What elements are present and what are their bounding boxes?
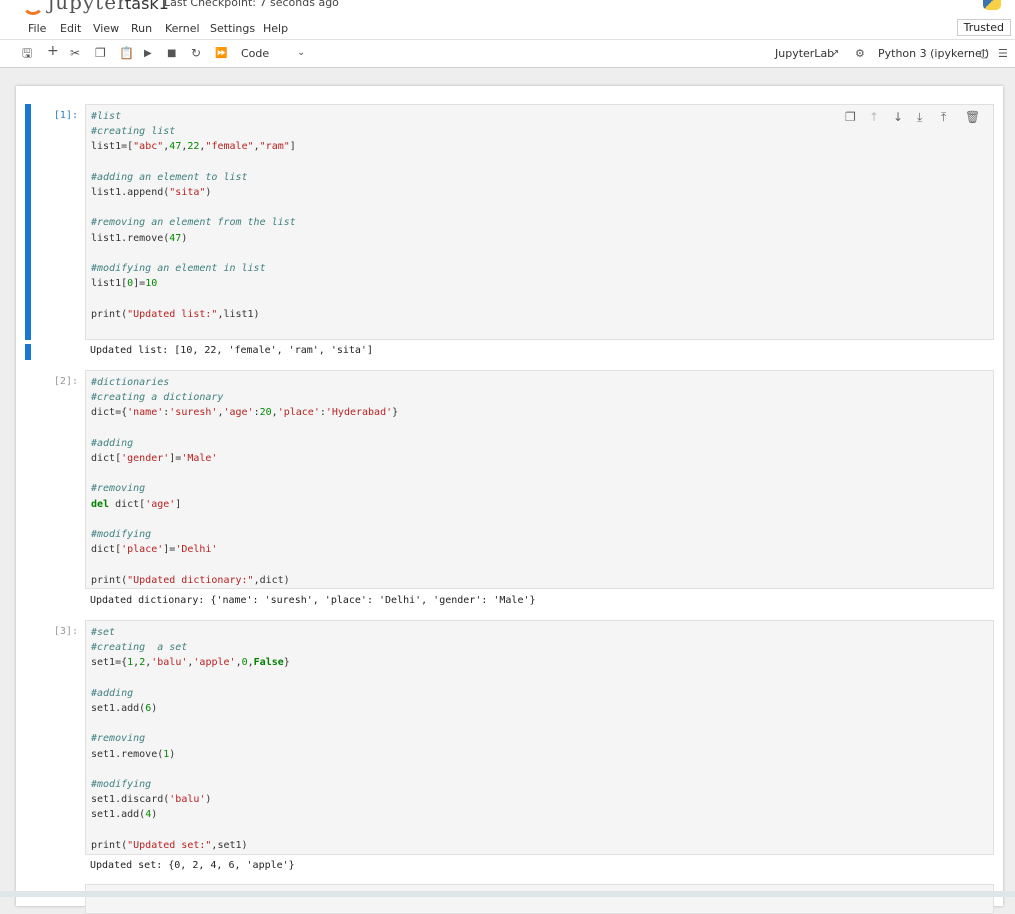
delete-cell-icon[interactable]: 🗑 (965, 110, 980, 124)
external-link-icon[interactable]: ↗ (831, 47, 839, 61)
code-text[interactable]: #dictionaries #creating a dictionary dic… (91, 375, 398, 588)
paste-icon[interactable]: 📋 (119, 46, 134, 60)
chevron-down-icon[interactable]: ⌄ (297, 47, 305, 58)
cell-output-collapser[interactable] (25, 344, 31, 360)
notebook-panel: [1]: #list #creating list list1=["abc",4… (16, 86, 1003, 914)
status-strip (0, 891, 1015, 897)
checkpoint-status: Last Checkpoint: 7 seconds ago (164, 0, 339, 9)
jupyterlab-link[interactable]: JupyterLab (775, 47, 834, 60)
run-icon[interactable]: ▶ (144, 47, 152, 61)
restart-icon[interactable]: ↻ (191, 46, 201, 60)
notebook-name[interactable]: task1 (125, 0, 169, 13)
input-prompt: [3]: (53, 626, 78, 637)
duplicate-cell-icon[interactable]: ❐ (845, 110, 856, 124)
code-cell-2[interactable]: [2]: #dictionaries #creating a dictionar… (16, 370, 1003, 610)
code-editor[interactable]: #dictionaries #creating a dictionary dic… (85, 370, 994, 589)
kernel-name[interactable]: Python 3 (ipykernel) (878, 47, 989, 60)
menu-bar: File Edit View Run Kernel Settings Help … (0, 17, 1015, 40)
cut-icon[interactable]: ✂ (70, 46, 80, 60)
cell-type-select[interactable]: Code (241, 47, 269, 60)
trusted-badge[interactable]: Trusted (956, 19, 1011, 36)
menu-icon[interactable]: ☰ (998, 47, 1008, 61)
code-cell-3[interactable]: [3]: #set #creating a set set1={1,2,'bal… (16, 620, 1003, 880)
copy-icon[interactable]: ❐ (95, 46, 106, 60)
input-prompt: [2]: (53, 376, 78, 387)
jupyter-logo[interactable]: jupyter (22, 0, 128, 15)
code-editor[interactable]: #set #creating a set set1={1,2,'balu','a… (85, 620, 994, 855)
move-up-icon[interactable]: ↑ (869, 110, 879, 124)
code-text[interactable]: #set #creating a set set1={1,2,'balu','a… (91, 625, 290, 853)
menu-kernel[interactable]: Kernel (165, 22, 200, 35)
move-down-icon[interactable]: ↓ (893, 110, 903, 124)
menu-run[interactable]: Run (131, 22, 152, 35)
cell-output: Updated dictionary: {'name': 'suresh', '… (90, 595, 536, 606)
jupyter-logo-icon (22, 0, 44, 15)
menu-view[interactable]: View (93, 22, 119, 35)
input-prompt: [1]: (53, 110, 78, 121)
python-logo-icon (983, 0, 1001, 10)
fast-forward-icon[interactable]: ⏩ (215, 47, 227, 61)
notebook-toolbar: 🖫 + ✂ ❐ 📋 ▶ ■ ↻ ⏩ Code ⌄ JupyterLab ↗ ⚙ … (0, 40, 1015, 68)
code-editor[interactable]: #list #creating list list1=["abc",47,22,… (85, 104, 994, 340)
kernel-status-icon: ○ (979, 47, 989, 60)
cell-output: Updated list: [10, 22, 'female', 'ram', … (90, 345, 373, 356)
menu-file[interactable]: File (28, 22, 46, 35)
top-header: jupyter task1 Last Checkpoint: 7 seconds… (0, 0, 1015, 17)
menu-help[interactable]: Help (263, 22, 288, 35)
code-cell-4[interactable] (16, 884, 1003, 914)
insert-below-icon[interactable]: ⤒ (941, 110, 946, 125)
save-icon[interactable]: 🖫 (22, 46, 32, 60)
stop-icon[interactable]: ■ (167, 47, 176, 61)
cell-output: Updated set: {0, 2, 4, 6, 'apple'} (90, 860, 295, 871)
insert-above-icon[interactable]: ⤓ (917, 110, 922, 125)
add-cell-icon[interactable]: + (47, 44, 59, 58)
code-cell-1[interactable]: [1]: #list #creating list list1=["abc",4… (16, 104, 1003, 364)
menu-settings[interactable]: Settings (210, 22, 255, 35)
code-text[interactable]: #list #creating list list1=["abc",47,22,… (91, 109, 296, 322)
cell-toolbar: ❐ ↑ ↓ ⤓ ⤒ 🗑 (843, 110, 983, 126)
cell-input-collapser[interactable] (25, 104, 31, 340)
menu-edit[interactable]: Edit (60, 22, 81, 35)
bug-icon[interactable]: ⚙ (855, 47, 865, 61)
code-editor[interactable] (85, 884, 994, 914)
